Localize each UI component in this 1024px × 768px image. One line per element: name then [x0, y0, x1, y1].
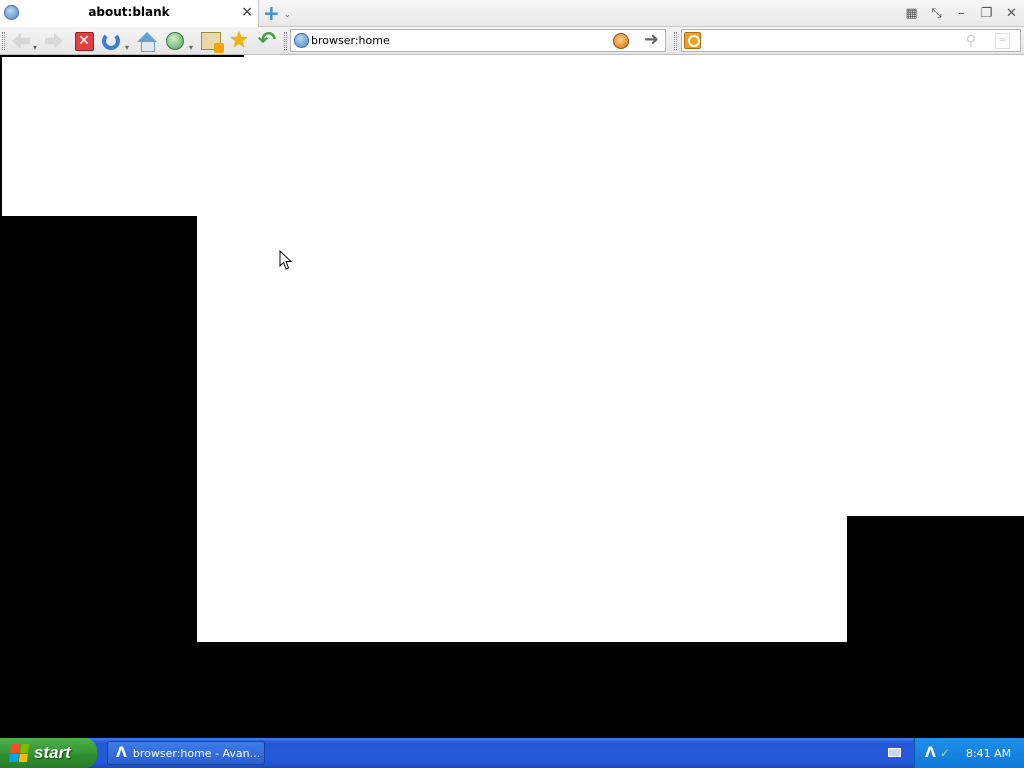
- tab-about-blank[interactable]: about:blank ×: [0, 0, 259, 27]
- search-options-button[interactable]: ≈: [995, 33, 1010, 49]
- blank-region-bottom: [197, 516, 847, 642]
- close-window-icon[interactable]: ✕: [1003, 5, 1020, 22]
- home-icon: [137, 32, 157, 52]
- window-controls: ▦ ⤡ – ❐ ✕: [903, 3, 1020, 23]
- avant-browser-icon: Λ: [116, 745, 127, 761]
- taskbar: start Λ browser:home - Avan... Λ ✓ 8:41 …: [0, 738, 1024, 768]
- clock[interactable]: 8:41 AM: [966, 747, 1011, 760]
- browser-favicon-icon: [4, 5, 19, 20]
- home-button[interactable]: [136, 30, 158, 52]
- keyboard-icon[interactable]: [888, 748, 901, 757]
- pin-icon[interactable]: ⤡: [928, 5, 945, 22]
- taskbar-button-browser[interactable]: Λ browser:home - Avan...: [107, 741, 265, 765]
- blank-region-middle: [197, 216, 1024, 516]
- mouse-cursor-icon: [279, 250, 292, 270]
- toolbar-grip[interactable]: [2, 32, 5, 50]
- refresh-icon: [102, 32, 120, 50]
- forward-button[interactable]: [43, 30, 65, 52]
- refresh-button[interactable]: [100, 30, 122, 52]
- search-icon[interactable]: ⚲: [966, 33, 976, 49]
- page-favicon-icon: [294, 33, 309, 48]
- start-button[interactable]: start: [0, 738, 97, 768]
- start-label: start: [34, 743, 71, 762]
- tab-close-icon[interactable]: ×: [241, 4, 253, 20]
- navigation-toolbar: ▾ ✕ ▾ ▾ ★ ↶ browser:home ➜ ⚲ ≈: [0, 27, 1024, 55]
- tab-title: about:blank: [88, 5, 170, 19]
- firefox-engine-icon[interactable]: [613, 33, 629, 49]
- new-tab-dropdown-icon[interactable]: ⌄: [284, 10, 291, 19]
- globe-icon: [166, 32, 184, 50]
- go-arrow-icon[interactable]: ➜: [644, 31, 659, 49]
- toolbar-grip[interactable]: [674, 32, 677, 50]
- feed-icon: [201, 32, 224, 53]
- top-edge: [244, 55, 1024, 57]
- forward-arrow-icon: [45, 33, 63, 49]
- new-tab-icon[interactable]: +: [263, 3, 280, 23]
- globe-button[interactable]: [164, 30, 186, 52]
- network-tray-icon[interactable]: ✓: [940, 746, 950, 760]
- tab-bar: about:blank × + ⌄ ▦ ⤡ – ❐ ✕: [0, 0, 1024, 27]
- system-tray: Λ ✓ 8:41 AM: [914, 738, 1024, 768]
- favorites-button[interactable]: ★: [228, 30, 250, 52]
- undo-icon: ↶: [257, 28, 277, 53]
- toolbar-grip[interactable]: [284, 32, 287, 50]
- address-url[interactable]: browser:home: [311, 34, 390, 47]
- stop-button[interactable]: ✕: [73, 30, 95, 52]
- stop-icon: ✕: [74, 31, 94, 51]
- undo-close-button[interactable]: ↶: [256, 30, 278, 52]
- search-engine-icon[interactable]: [684, 32, 701, 49]
- taskbar-button-label: browser:home - Avan...: [132, 746, 261, 760]
- back-dropdown-icon[interactable]: ▾: [33, 43, 37, 52]
- restore-icon[interactable]: ❐: [978, 5, 995, 22]
- refresh-dropdown-icon[interactable]: ▾: [125, 43, 129, 52]
- back-arrow-icon: [12, 33, 30, 49]
- windows-flag-icon: [8, 744, 30, 762]
- back-button[interactable]: [10, 30, 32, 52]
- avant-tray-icon[interactable]: Λ: [925, 745, 936, 761]
- star-icon: ★: [229, 28, 249, 53]
- minimize-icon[interactable]: –: [953, 5, 970, 22]
- address-bar[interactable]: browser:home ➜: [290, 29, 666, 52]
- feed-button[interactable]: [200, 30, 224, 53]
- tile-grid-icon[interactable]: ▦: [903, 5, 920, 22]
- search-bar[interactable]: ⚲ ≈: [681, 29, 1021, 52]
- blank-region-top: [2, 57, 1024, 216]
- globe-dropdown-icon[interactable]: ▾: [189, 43, 193, 52]
- page-viewport[interactable]: [0, 55, 1024, 738]
